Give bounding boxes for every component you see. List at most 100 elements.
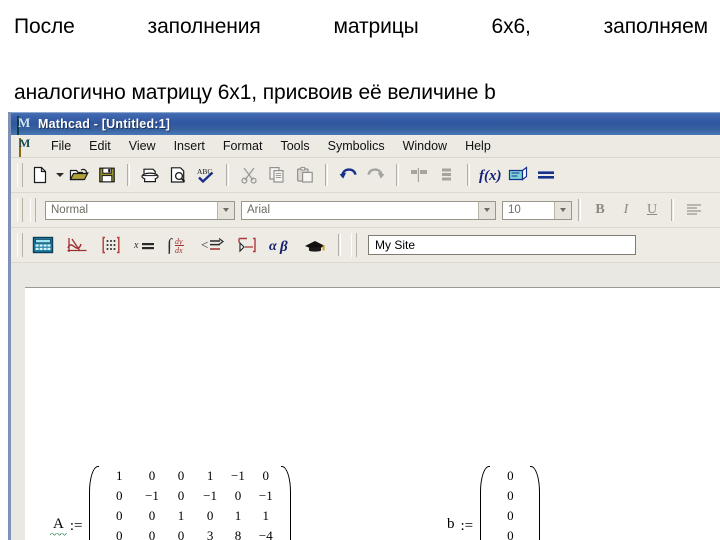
matrix-cell[interactable]: 0 xyxy=(166,526,196,540)
cut-scissors-icon[interactable] xyxy=(236,162,262,188)
calculus-toolbar-icon[interactable]: ∫ dy dx xyxy=(164,232,194,258)
standard-toolbar: ABC f(x) xyxy=(11,158,720,193)
matrix-cell[interactable]: 0 xyxy=(100,506,138,526)
matrix-row: 1 0 0 1 −1 0 xyxy=(100,466,279,486)
toolbar-grip[interactable] xyxy=(17,163,23,187)
matrix-cell[interactable]: 0 xyxy=(100,526,138,540)
matrix-cell[interactable]: 1 xyxy=(100,466,138,486)
align-left-icon[interactable] xyxy=(681,197,707,223)
matrix-cell[interactable]: 0 xyxy=(491,486,529,506)
matrix-cell[interactable]: 0 xyxy=(491,506,529,526)
expression-vector-b[interactable]: b := 0000−4231 xyxy=(445,466,541,540)
matrix-cell[interactable]: 3 xyxy=(196,526,224,540)
matrix-cell[interactable]: 1 xyxy=(224,506,252,526)
expression-matrix-a[interactable]: A := 1001−100−10−10−100101100038−4−1.1−2… xyxy=(50,466,291,540)
matrix-row: 0 xyxy=(491,466,529,486)
greek-symbol-toolbar-icon[interactable]: α β xyxy=(266,232,296,258)
align-down-icon[interactable] xyxy=(434,162,460,188)
redo-icon[interactable] xyxy=(363,162,389,188)
matrix-cell[interactable]: −1 xyxy=(138,486,166,506)
chevron-down-icon[interactable] xyxy=(478,201,495,219)
graph-toolbar-icon[interactable] xyxy=(62,232,92,258)
calculator-toolbar-icon[interactable] xyxy=(28,232,58,258)
toolbar-grip[interactable] xyxy=(351,233,357,257)
boolean-toolbar-icon[interactable]: < xyxy=(198,232,228,258)
open-folder-icon[interactable] xyxy=(66,162,92,188)
menu-item-symbolics[interactable]: Symbolics xyxy=(319,138,394,154)
matrix-toolbar-icon[interactable] xyxy=(96,232,126,258)
matrix-a[interactable]: 1001−100−10−10−100101100038−4−1.1−203000… xyxy=(89,466,291,540)
window-title: Mathcad - [Untitled:1] xyxy=(38,117,171,131)
menu-item-view[interactable]: View xyxy=(120,138,165,154)
menu-item-file[interactable]: File xyxy=(42,138,80,154)
toolbar-grip[interactable] xyxy=(17,198,23,222)
document-canvas[interactable]: A := 1001−100−10−10−100101100038−4−1.1−2… xyxy=(25,287,720,540)
underline-button[interactable]: U xyxy=(639,198,665,222)
slide-header-text: После заполнения матрицы 6х6, заполняем … xyxy=(14,10,708,109)
undo-icon[interactable] xyxy=(335,162,361,188)
matrix-cell[interactable]: 1 xyxy=(196,466,224,486)
paste-icon[interactable] xyxy=(292,162,318,188)
save-floppy-icon[interactable] xyxy=(94,162,120,188)
menu-item-edit[interactable]: Edit xyxy=(80,138,120,154)
matrix-row: 001011 xyxy=(100,506,279,526)
menu-item-tools[interactable]: Tools xyxy=(271,138,318,154)
matrix-cell[interactable]: 0 xyxy=(138,526,166,540)
font-size-select[interactable]: 10 xyxy=(502,200,572,220)
calculate-icon[interactable] xyxy=(533,162,559,188)
insert-unit-icon[interactable] xyxy=(505,162,531,188)
matrix-cell[interactable]: −4 xyxy=(252,526,280,540)
toolbar-grip[interactable] xyxy=(17,233,23,257)
symbolic-keyword-toolbar-icon[interactable] xyxy=(300,232,330,258)
mathcad-document-icon xyxy=(19,137,34,157)
print-icon[interactable] xyxy=(137,162,163,188)
spell-check-icon[interactable]: ABC xyxy=(193,162,219,188)
slide-header-line-2: аналогично матрицу 6х1, присвоив её вели… xyxy=(14,81,496,104)
matrix-cell[interactable]: −1 xyxy=(252,486,280,506)
matrix-cell[interactable]: 0 xyxy=(166,466,196,486)
matrix-cell[interactable]: 0 xyxy=(491,526,529,540)
toolbar-separator xyxy=(338,234,341,256)
matrix-cell[interactable]: 0 xyxy=(138,466,166,486)
chevron-down-icon[interactable] xyxy=(217,201,234,219)
evaluation-toolbar-icon[interactable]: x xyxy=(130,232,160,258)
formatting-toolbar: Normal Arial 10 B I U xyxy=(11,193,720,228)
menu-item-window[interactable]: Window xyxy=(394,138,456,154)
copy-icon[interactable] xyxy=(264,162,290,188)
toolbar-separator xyxy=(325,164,328,186)
menu-item-help[interactable]: Help xyxy=(456,138,500,154)
slide-header-line-1: После заполнения матрицы 6х6, заполняем xyxy=(14,15,708,38)
new-document-icon[interactable] xyxy=(27,162,53,188)
matrix-cell[interactable]: 0 xyxy=(491,466,529,486)
svg-text:f(x): f(x) xyxy=(479,168,502,184)
insert-function-icon[interactable]: f(x) xyxy=(477,162,503,188)
matrix-cell[interactable]: 0 xyxy=(166,486,196,506)
matrix-bracket-left xyxy=(89,466,100,540)
matrix-cell[interactable]: 0 xyxy=(224,486,252,506)
menu-item-insert[interactable]: Insert xyxy=(165,138,214,154)
programming-toolbar-icon[interactable] xyxy=(232,232,262,258)
new-dropdown-icon[interactable] xyxy=(54,162,65,188)
font-family-select[interactable]: Arial xyxy=(241,200,496,220)
matrix-cell[interactable]: 1 xyxy=(166,506,196,526)
matrix-row: 0 0 0 3 8 −4 xyxy=(100,526,279,540)
window-title-bar[interactable]: Mathcad - [Untitled:1] xyxy=(11,112,720,135)
menu-item-format[interactable]: Format xyxy=(214,138,272,154)
matrix-cell[interactable]: 0 xyxy=(252,466,280,486)
bold-button[interactable]: B xyxy=(587,198,613,222)
print-preview-icon[interactable] xyxy=(165,162,191,188)
matrix-cell[interactable]: 8 xyxy=(224,526,252,540)
matrix-cell[interactable]: 0 xyxy=(100,486,138,506)
matrix-cell[interactable]: 0 xyxy=(196,506,224,526)
matrix-cell[interactable]: 0 xyxy=(138,506,166,526)
toolbar-grip[interactable] xyxy=(30,198,36,222)
paragraph-style-select[interactable]: Normal xyxy=(45,200,235,220)
italic-button[interactable]: I xyxy=(613,198,639,222)
matrix-cell[interactable]: 1 xyxy=(252,506,280,526)
align-across-icon[interactable] xyxy=(406,162,432,188)
vector-b[interactable]: 0000−4231 xyxy=(480,466,541,540)
matrix-cell[interactable]: −1 xyxy=(224,466,252,486)
matrix-cell[interactable]: −1 xyxy=(196,486,224,506)
chevron-down-icon[interactable] xyxy=(554,201,571,219)
address-input[interactable]: My Site xyxy=(368,235,636,255)
